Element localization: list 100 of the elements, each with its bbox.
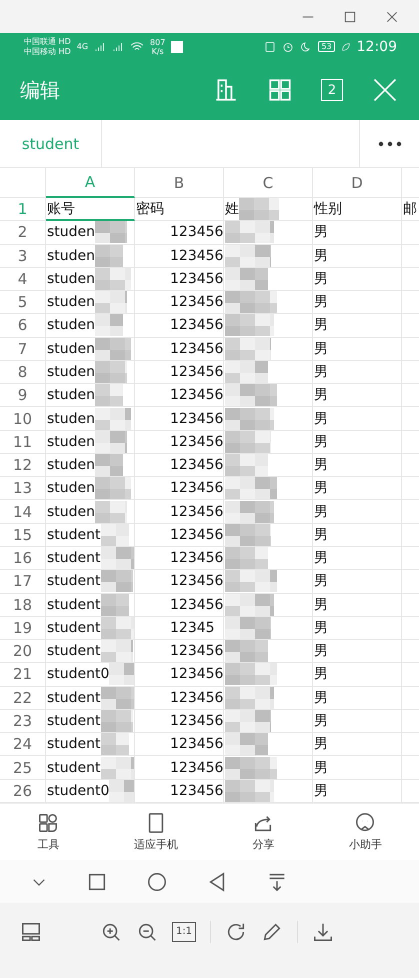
table-cell[interactable]: 男: [313, 756, 402, 780]
table-cell[interactable]: 男: [313, 407, 402, 431]
cell-text[interactable]: student: [47, 620, 101, 636]
maximize-icon[interactable]: [343, 10, 357, 24]
cell-text[interactable]: studen: [47, 434, 96, 450]
cell-text[interactable]: studen: [47, 317, 96, 334]
cell-text[interactable]: 姓: [225, 200, 239, 218]
cell-text[interactable]: student: [47, 550, 101, 566]
circle-icon[interactable]: [146, 870, 168, 892]
table-cell[interactable]: 男: [313, 221, 402, 245]
table-cell[interactable]: 123456: [135, 314, 224, 338]
row-number[interactable]: 7: [0, 338, 46, 361]
table-cell[interactable]: 123456: [135, 570, 224, 594]
table-cell[interactable]: 男: [313, 430, 402, 454]
pencil-icon[interactable]: [261, 920, 283, 942]
row-number[interactable]: 16: [0, 546, 46, 570]
cell-text[interactable]: 账号: [47, 200, 75, 218]
cell-text[interactable]: student: [47, 596, 101, 613]
cell-text[interactable]: student: [47, 526, 101, 543]
cell-text[interactable]: student0: [47, 666, 110, 682]
row-number[interactable]: 20: [0, 640, 46, 664]
table-cell[interactable]: 123456: [135, 360, 224, 384]
table-cell[interactable]: 男: [313, 384, 402, 408]
table-cell[interactable]: 123456: [135, 756, 224, 780]
table-cell[interactable]: 123456: [135, 500, 224, 524]
table-cell[interactable]: 男: [313, 500, 402, 524]
row-number[interactable]: 2: [0, 221, 46, 245]
cell-text[interactable]: student0: [47, 782, 110, 799]
table-cell[interactable]: 123456: [135, 338, 224, 361]
row-number[interactable]: 3: [0, 244, 46, 268]
table-cell[interactable]: 男: [313, 454, 402, 478]
table-cell[interactable]: 男: [313, 640, 402, 664]
layout-icon[interactable]: [20, 920, 42, 942]
table-cell[interactable]: 123456: [135, 733, 224, 756]
cell-text[interactable]: studen: [47, 340, 96, 357]
table-cell[interactable]: 123456: [135, 454, 224, 478]
cell-text[interactable]: studen: [47, 410, 96, 427]
cell-text[interactable]: studen: [47, 457, 96, 474]
cell-text[interactable]: studen: [47, 224, 96, 240]
cell-text[interactable]: studen: [47, 248, 96, 264]
table-cell[interactable]: 男: [313, 594, 402, 617]
table-cell[interactable]: 男: [313, 291, 402, 314]
cell-text[interactable]: student: [47, 712, 101, 729]
row-number[interactable]: 10: [0, 407, 46, 431]
table-cell[interactable]: 男: [313, 710, 402, 734]
close-icon[interactable]: [385, 10, 399, 24]
table-cell[interactable]: 男: [313, 360, 402, 384]
row-number[interactable]: 24: [0, 733, 46, 756]
table-cell[interactable]: 123456: [135, 244, 224, 268]
cell-text[interactable]: studen: [47, 387, 96, 404]
table-cell[interactable]: 123456: [135, 524, 224, 547]
cell-text[interactable]: student: [47, 760, 101, 776]
cell-text[interactable]: student: [47, 736, 101, 752]
row-number[interactable]: 17: [0, 570, 46, 594]
cell-text[interactable]: studen: [47, 270, 96, 287]
row-number[interactable]: 14: [0, 500, 46, 524]
table-cell[interactable]: 男: [313, 616, 402, 640]
table-cell[interactable]: 123456: [135, 594, 224, 617]
actual-size-button[interactable]: 1:1: [172, 922, 196, 942]
table-cell[interactable]: 123456: [135, 407, 224, 431]
table-cell[interactable]: 123456: [135, 291, 224, 314]
table-cell[interactable]: 男: [313, 268, 402, 292]
table-cell[interactable]: 男: [313, 524, 402, 547]
toolbar-button[interactable]: 分享: [252, 812, 274, 852]
table-cell[interactable]: 男: [313, 733, 402, 756]
table-cell[interactable]: 男: [313, 663, 402, 687]
table-cell[interactable]: 123456: [135, 640, 224, 664]
table-cell[interactable]: 性别: [313, 198, 402, 222]
table-cell[interactable]: 123456: [135, 477, 224, 500]
row-number[interactable]: 4: [0, 268, 46, 292]
cell-text[interactable]: studen: [47, 364, 96, 380]
table-cell[interactable]: 123456: [135, 430, 224, 454]
row-number[interactable]: 18: [0, 594, 46, 617]
table-cell[interactable]: 12345: [135, 616, 224, 640]
table-cell[interactable]: 123456: [135, 384, 224, 408]
toolbar-button[interactable]: 工具: [37, 812, 60, 852]
cell-text[interactable]: student: [47, 690, 101, 706]
cell-text[interactable]: studen: [47, 480, 96, 496]
row-number[interactable]: 23: [0, 710, 46, 734]
table-cell[interactable]: 密码: [135, 198, 224, 222]
table-cell[interactable]: 123456: [135, 268, 224, 292]
table-cell[interactable]: 男: [313, 570, 402, 594]
row-number[interactable]: 11: [0, 430, 46, 454]
table-cell[interactable]: 邮: [402, 198, 419, 222]
cell-text[interactable]: student: [47, 573, 101, 590]
table-cell[interactable]: 男: [313, 546, 402, 570]
column-header[interactable]: D: [313, 168, 402, 198]
row-number[interactable]: 9: [0, 384, 46, 408]
row-number[interactable]: 25: [0, 756, 46, 780]
table-cell[interactable]: 男: [313, 686, 402, 710]
table-cell[interactable]: 123456: [135, 546, 224, 570]
row-number[interactable]: 13: [0, 477, 46, 500]
row-number[interactable]: 8: [0, 360, 46, 384]
column-header[interactable]: B: [135, 168, 224, 198]
table-cell[interactable]: 男: [313, 477, 402, 500]
grid-icon[interactable]: [267, 77, 293, 103]
close-icon[interactable]: [371, 76, 399, 104]
row-number[interactable]: 5: [0, 291, 46, 314]
table-cell[interactable]: 123456: [135, 663, 224, 687]
table-cell[interactable]: 123456: [135, 710, 224, 734]
